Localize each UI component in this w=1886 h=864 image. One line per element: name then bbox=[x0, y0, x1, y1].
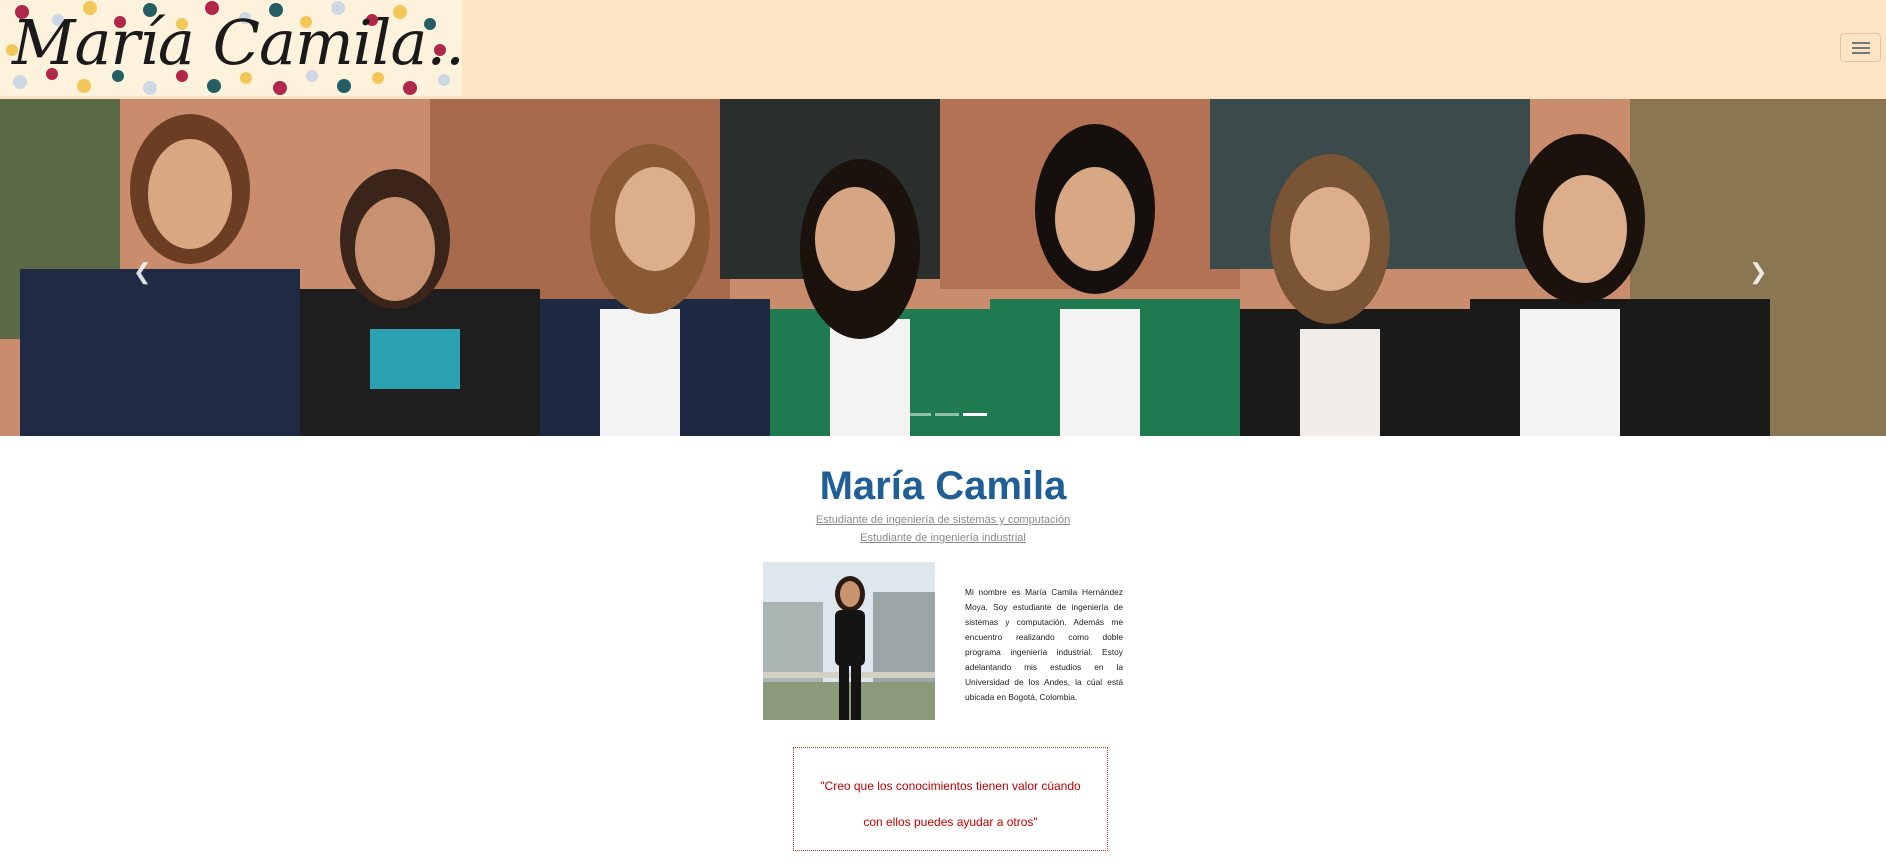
chevron-left-icon: ❮ bbox=[133, 259, 152, 284]
carousel-slide-image bbox=[0, 99, 1886, 436]
quote-box: "Creo que los conocimientos tienen valor… bbox=[793, 747, 1108, 851]
profile-photo bbox=[763, 562, 935, 720]
logo[interactable]: María Camila... bbox=[0, 0, 462, 96]
bio-paragraph: Mi nombre es María Camila Hernández Moya… bbox=[965, 587, 1123, 702]
chevron-right-icon: ❯ bbox=[1749, 259, 1768, 284]
page-title: María Camila bbox=[819, 464, 1067, 508]
hamburger-menu-icon bbox=[1852, 52, 1870, 54]
hamburger-menu-icon bbox=[1852, 47, 1870, 49]
subtitle-industrial-engineering: Estudiante de ingeniería industrial bbox=[0, 532, 1886, 544]
carousel-indicator-3[interactable] bbox=[963, 413, 987, 416]
navbar-toggle-button[interactable] bbox=[1840, 33, 1881, 62]
quote-line-2: con ellos puedes ayudar a otros" bbox=[863, 815, 1038, 829]
carousel-indicator-2[interactable] bbox=[935, 413, 959, 416]
subtitle-2-text: Estudiante de ingeniería industrial bbox=[860, 532, 1026, 544]
logo-text: María Camila... bbox=[12, 6, 462, 79]
carousel-prev-button[interactable]: ❮ bbox=[60, 99, 210, 436]
subtitle-systems-engineering: Estudiante de ingeniería de sistemas y c… bbox=[0, 514, 1886, 526]
carousel-indicators bbox=[907, 413, 987, 417]
photo-carousel[interactable]: ❮ ❯ bbox=[0, 99, 1886, 436]
quote-line-1: "Creo que los conocimientos tienen valor… bbox=[820, 779, 1081, 793]
subtitle-1-text: Estudiante de ingeniería de sistemas y c… bbox=[815, 514, 1071, 526]
carousel-next-button[interactable]: ❯ bbox=[1676, 99, 1826, 436]
hamburger-menu-icon bbox=[1852, 42, 1870, 44]
navbar: María Camila... bbox=[0, 0, 1886, 99]
carousel-indicator-1[interactable] bbox=[907, 413, 931, 416]
